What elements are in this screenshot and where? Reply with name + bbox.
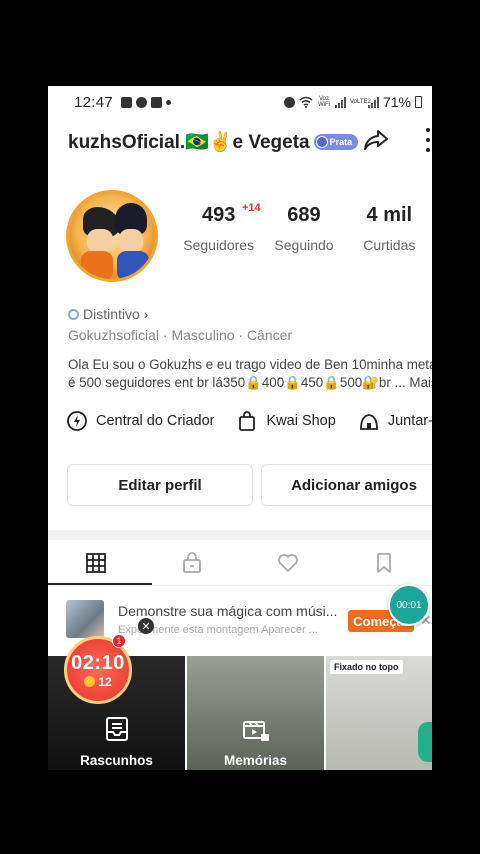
whatsapp-icon (136, 96, 148, 108)
network-label-2: VoLTE2 (349, 99, 371, 105)
content-tabs (48, 540, 432, 586)
username: kuzhsOficial.🇧🇷✌️e Vegeta (68, 132, 310, 153)
level-badge[interactable]: Prata (313, 134, 359, 150)
clapperboard-lock-icon (242, 721, 269, 741)
badge-icon (68, 308, 79, 320)
tab-grid[interactable] (48, 540, 144, 586)
signal-icon (334, 96, 346, 108)
more-notifications-icon (166, 99, 172, 105)
screen: 12:47 Voz WiFi VoLTE2 71% kuzhsOficial.🇧… (48, 86, 432, 770)
memories-tile[interactable]: Memórias (187, 656, 324, 770)
level-badge-label: Prata (329, 137, 353, 147)
section-divider (48, 530, 432, 540)
likes-stat[interactable]: 4 mil Curtidas (347, 204, 432, 253)
coin-icon (84, 676, 96, 687)
followers-label: Seguidores (183, 237, 255, 253)
shopping-bag-icon (239, 411, 256, 431)
join-label: Juntar-se (387, 413, 432, 429)
drafts-label: Rascunhos (80, 753, 153, 768)
status-time: 12:47 (74, 93, 114, 111)
edit-profile-button[interactable]: Editar perfil (67, 464, 253, 506)
join-button[interactable]: Juntar-se (358, 410, 432, 432)
status-bar: 12:47 Voz WiFi VoLTE2 71% (48, 86, 432, 118)
action-buttons: Editar perfil Adicionar amigos (67, 464, 432, 506)
creator-center-button[interactable]: Central do Criador (66, 410, 214, 432)
memories-label: Memórias (223, 753, 288, 768)
kwai-shop-button[interactable]: Kwai Shop (236, 410, 336, 432)
likes-count: 4 mil (366, 204, 413, 226)
gallery-icon (121, 96, 133, 108)
new-followers-badge: +14 (242, 202, 261, 214)
tent-icon (359, 414, 378, 430)
avatar[interactable] (66, 190, 158, 282)
bio-line-2: é 500 seguidores ent br lá350🔒400🔒450🔒50… (68, 375, 432, 390)
tab-liked[interactable] (240, 540, 336, 586)
notification-badge: 1 (112, 634, 126, 648)
bio[interactable]: Ola Eu sou o Gokuzhs e eu trago video de… (68, 356, 432, 392)
profile-info: Gokuzhsoficial · Masculino · Câncer (68, 327, 293, 343)
pinned-tag: Fixado no topo (330, 660, 403, 674)
battery-level: 71% (382, 94, 411, 110)
bookmark-icon (377, 553, 391, 573)
tools-row: Central do Criador Kwai Shop Juntar-se (66, 410, 432, 432)
lightning-icon (67, 411, 87, 431)
promo-thumbnail (66, 600, 104, 638)
wifi-icon (299, 96, 313, 108)
creator-center-label: Central do Criador (96, 413, 215, 429)
network-label-1: Voz WiFi (317, 96, 330, 108)
likes-label: Curtidas (363, 237, 416, 253)
distintivo-label: Distintivo › (83, 306, 149, 322)
live-time: 02:10 (71, 651, 125, 674)
floating-edge-button[interactable] (418, 722, 432, 762)
lock-icon (183, 552, 201, 573)
shield-icon (315, 136, 328, 148)
close-icon[interactable]: ✕ (138, 618, 154, 634)
alarm-icon (283, 96, 295, 108)
following-stat[interactable]: 689 Seguindo (261, 204, 346, 253)
floating-timer[interactable]: 00:01 (388, 584, 430, 626)
battery-icon (415, 96, 422, 108)
profile-header: kuzhsOficial.🇧🇷✌️e Vegeta Prata (48, 122, 432, 162)
distintivo-link[interactable]: Distintivo › (68, 306, 148, 322)
tab-saved[interactable] (336, 540, 432, 586)
coin-count: 12 (98, 674, 112, 689)
add-friends-button[interactable]: Adicionar amigos (261, 464, 432, 506)
signal-icon-2 (367, 96, 379, 108)
promo-title: Demonstre sua mágica com músi... (118, 603, 338, 619)
following-count: 689 (287, 204, 321, 226)
kwai-shop-label: Kwai Shop (266, 413, 336, 429)
more-options-icon[interactable] (424, 128, 432, 152)
drafts-icon (105, 717, 128, 741)
tab-private[interactable] (144, 540, 240, 586)
stats-row: 493 Seguidores 689 Seguindo 4 mil Curtid… (176, 204, 432, 253)
bio-line-1: Ola Eu sou o Gokuzhs e eu trago video de… (68, 357, 432, 372)
following-label: Seguindo (274, 237, 334, 253)
pinned-video-tile[interactable]: Fixado no topo (326, 656, 432, 770)
messenger-icon (151, 96, 163, 108)
share-icon[interactable] (362, 126, 390, 154)
heart-icon (278, 554, 298, 572)
grid-icon (86, 553, 106, 573)
